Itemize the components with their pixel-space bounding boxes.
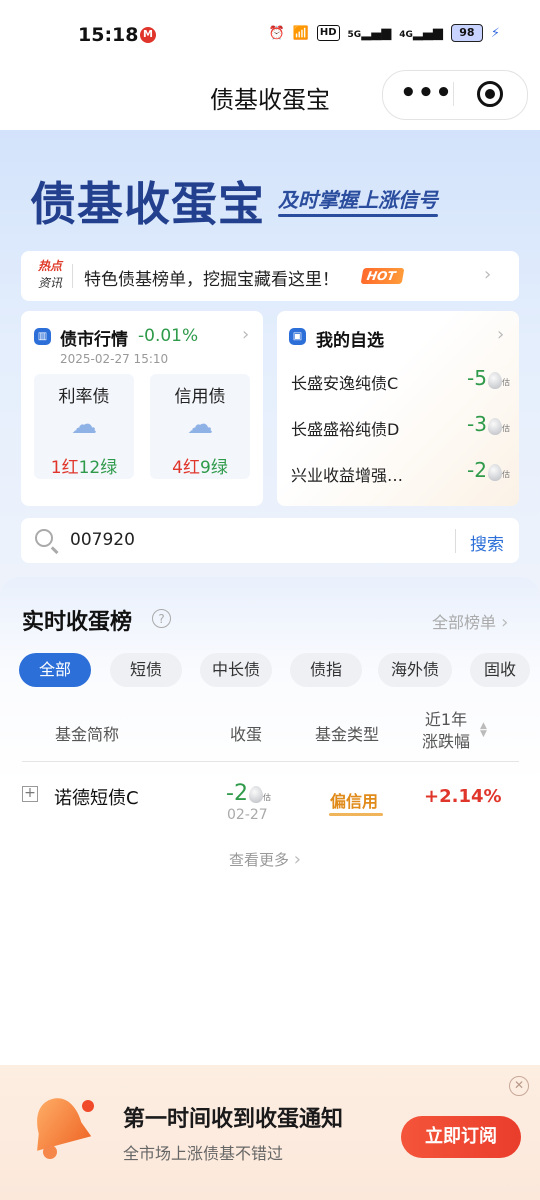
chevron-right-icon: › (242, 324, 250, 345)
charging-icon: ⚡ (490, 25, 500, 41)
battery-level: 98 (459, 26, 475, 39)
divider (455, 529, 456, 553)
divider (72, 264, 73, 288)
alarm-icon: ⏰ (268, 25, 285, 41)
view-more-label: 查看更多 (229, 851, 290, 869)
chevron-right-icon: › (293, 849, 301, 870)
hot-news-text[interactable]: 特色债基榜单，挖掘宝藏看这里！ (84, 265, 339, 290)
fund-type: 偏信用 (330, 792, 379, 811)
egg-value: -5 (467, 366, 487, 390)
fund-return: +2.14% (424, 786, 502, 807)
watchlist-item-value: -5 估 (467, 366, 510, 390)
egg-icon (248, 785, 263, 803)
capsule-divider (453, 82, 454, 106)
rate-bond-title: 利率债 (58, 387, 110, 407)
all-rankings-label: 全部榜单 (432, 613, 497, 632)
add-watchlist-icon[interactable]: + (22, 786, 38, 802)
egg-value: -2 (226, 781, 248, 806)
egg-value: -3 (467, 412, 487, 436)
market-change: -0.01% (138, 326, 199, 346)
signal-5g-icon: 5G▂▄▆ (347, 25, 392, 41)
subscribe-button[interactable]: 立即订阅 (401, 1116, 521, 1158)
tab-mid-long-bond[interactable]: 中长债 (200, 653, 272, 687)
fund-type-underline (329, 813, 383, 816)
red-count: 1红 (50, 458, 79, 478)
brand-slogan: 及时掌握上涨信号 (278, 188, 438, 212)
chevron-right-icon: › (501, 612, 509, 633)
header-fund-name: 基金简称 (55, 725, 120, 744)
brand-logo: 债基收蛋宝 (30, 177, 265, 231)
egg-icon (487, 418, 502, 435)
hd-icon: HD (316, 25, 340, 41)
chevron-right-icon: › (484, 264, 492, 285)
chevron-right-icon: › (497, 324, 505, 345)
table-divider (22, 761, 519, 762)
tab-overseas-bond[interactable]: 海外债 (378, 653, 452, 687)
ranking-title: 实时收蛋榜 (22, 610, 133, 635)
hot-tag-line1: 热点 (37, 259, 62, 273)
hot-badge: HOT (360, 268, 405, 284)
header-fund-type: 基金类型 (315, 725, 380, 744)
rain-cloud-icon: ☁ (187, 410, 213, 440)
watchlist-item-name[interactable]: 兴业收益增强… (291, 462, 403, 486)
close-icon[interactable]: ✕ (509, 1076, 529, 1096)
search-icon (35, 529, 53, 547)
red-count: 4红 (172, 458, 200, 478)
green-count: 9绿 (200, 458, 228, 478)
app-notification-icon: M (140, 27, 156, 43)
view-more-link[interactable]: 查看更多 › (229, 849, 301, 870)
chart-icon: ▥ (34, 328, 51, 345)
hot-tag-line2: 资讯 (37, 276, 62, 290)
hot-news-tag: 热点 资讯 (33, 258, 67, 292)
header-return-line1: 近1年 (424, 710, 468, 729)
estimate-tag: 估 (501, 424, 510, 433)
bell-icon (37, 1098, 94, 1159)
egg-icon (487, 464, 502, 481)
fund-name[interactable]: 诺德短债C (54, 784, 139, 810)
wifi-icon: 📶 (292, 25, 309, 41)
market-title: 债市行情 (60, 330, 128, 350)
watchlist-item-name[interactable]: 长盛安逸纯债C (291, 370, 398, 394)
close-mini-program-icon[interactable] (477, 81, 503, 107)
green-count: 12绿 (78, 458, 118, 478)
credit-bond-title: 信用债 (174, 387, 226, 407)
bookmark-icon: ▣ (289, 328, 306, 345)
all-rankings-link[interactable]: 全部榜单 › (432, 609, 508, 633)
watchlist-item-value: -3 估 (467, 412, 510, 436)
header-egg: 收蛋 (230, 725, 263, 744)
rain-cloud-icon: ☁ (71, 410, 97, 440)
market-datetime: 2025-02-27 15:10 (60, 352, 169, 366)
subscribe-subtitle: 全市场上涨债基不错过 (123, 1144, 284, 1163)
tab-short-bond[interactable]: 短债 (110, 653, 182, 687)
help-icon[interactable]: ? (152, 609, 171, 628)
watchlist-item-name[interactable]: 长盛盛裕纯债D (291, 416, 399, 440)
battery-icon: 98 (450, 24, 483, 42)
estimate-tag: 估 (262, 793, 271, 802)
signal-4g-icon: 4G▂▄▆ (399, 25, 443, 41)
fund-date: 02-27 (227, 807, 268, 823)
status-icons: ⏰ 📶 HD 5G▂▄▆ 4G▂▄▆ 98 ⚡ (268, 24, 500, 42)
fund-egg-value: -2 估 (226, 781, 271, 806)
search-button[interactable]: 搜索 (470, 530, 504, 555)
tab-fixed-income[interactable]: 固收 (470, 653, 530, 687)
subscribe-title: 第一时间收到收蛋通知 (123, 1107, 344, 1132)
watchlist-item-value: -2 估 (467, 458, 510, 482)
egg-icon (487, 372, 502, 389)
search-input[interactable]: 007920 (70, 530, 135, 550)
header-return-line2: 涨跌幅 (422, 732, 471, 751)
estimate-tag: 估 (501, 470, 510, 479)
more-menu-icon[interactable]: ••• (400, 78, 453, 108)
header-return[interactable]: 近1年 涨跌幅 (422, 709, 470, 753)
egg-value: -2 (467, 458, 487, 482)
watchlist-title: 我的自选 (316, 331, 384, 351)
rate-bond-count: 1红12绿 (34, 453, 134, 478)
sort-icon[interactable]: ▲ ▼ (480, 722, 487, 739)
estimate-tag: 估 (501, 378, 510, 387)
status-time: 15:18 (78, 24, 139, 46)
tab-all[interactable]: 全部 (19, 653, 91, 687)
credit-bond-count: 4红9绿 (150, 453, 250, 478)
tab-bond-index[interactable]: 债指 (290, 653, 362, 687)
slogan-underline (278, 214, 438, 217)
